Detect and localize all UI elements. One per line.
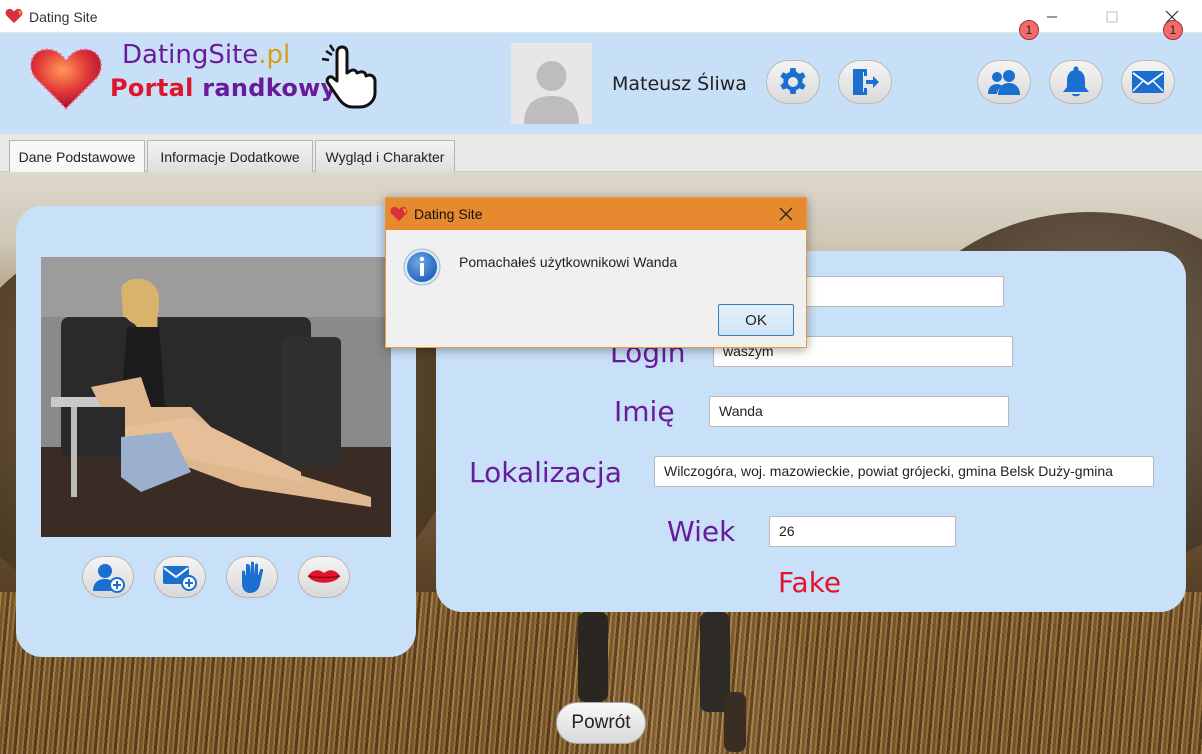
send-message-icon xyxy=(163,566,197,591)
send-message-button[interactable] xyxy=(154,556,206,598)
profile-photo xyxy=(41,257,391,537)
envelope-icon xyxy=(1132,71,1164,93)
logout-button[interactable] xyxy=(838,60,892,104)
tab-bar: Dane Podstawowe Informacje Dodatkowe Wyg… xyxy=(0,134,1202,172)
dialog-message: Pomachałeś użytkownikowi Wanda xyxy=(459,254,678,270)
logo-subtitle: Portal randkowy xyxy=(110,74,337,102)
bell-icon xyxy=(1063,66,1089,97)
kiss-lips-icon xyxy=(307,570,341,583)
name-label: Imię xyxy=(614,395,675,428)
add-friend-button[interactable] xyxy=(82,556,134,598)
dialog-close-button[interactable] xyxy=(774,202,798,226)
tab-wyglad-i-charakter[interactable]: Wygląd i Charakter xyxy=(315,140,455,172)
app-header: DatingSite.pl Portal randkowy Mateusz Śl… xyxy=(0,33,1202,134)
tab-dane-podstawowe[interactable]: Dane Podstawowe xyxy=(9,140,145,172)
fake-status-label: Fake xyxy=(778,566,842,599)
info-dialog: Dating Site Pomachałeś użytkownikowi Wan… xyxy=(385,197,807,348)
maximize-icon xyxy=(1106,11,1118,22)
close-icon xyxy=(779,207,793,221)
messages-button[interactable] xyxy=(1121,60,1175,104)
messages-count-badge: 1 xyxy=(1163,20,1183,40)
maximize-button[interactable] xyxy=(1082,0,1142,33)
friends-button[interactable] xyxy=(977,60,1031,104)
location-label: Lokalizacja xyxy=(469,456,622,489)
age-field[interactable]: 26 xyxy=(769,516,956,547)
info-icon xyxy=(403,248,441,286)
friends-count-badge: 1 xyxy=(1019,20,1039,40)
heart-icon xyxy=(390,206,408,222)
logo-title: DatingSite.pl xyxy=(122,40,291,70)
location-field[interactable]: Wilczogóra, woj. mazowieckie, powiat gró… xyxy=(654,456,1154,487)
add-friend-icon xyxy=(93,564,125,593)
age-label: Wiek xyxy=(667,515,736,548)
notifications-button[interactable] xyxy=(1049,60,1103,104)
user-avatar[interactable] xyxy=(511,43,592,124)
logout-icon xyxy=(853,69,879,95)
dialog-titlebar[interactable]: Dating Site xyxy=(386,198,806,230)
wave-button[interactable] xyxy=(226,556,278,598)
tab-informacje-dodatkowe[interactable]: Informacje Dodatkowe xyxy=(147,140,313,172)
ok-button[interactable]: OK xyxy=(718,304,794,336)
back-button[interactable]: Powrót xyxy=(556,702,646,744)
window-title: Dating Site xyxy=(29,9,98,25)
logo-heart-icon xyxy=(30,48,102,110)
heart-icon xyxy=(5,8,23,24)
wave-hand-icon xyxy=(242,561,264,593)
pointer-hand-icon xyxy=(321,44,377,109)
settings-button[interactable] xyxy=(766,60,820,104)
minimize-icon xyxy=(1047,16,1057,17)
dialog-title: Dating Site xyxy=(414,206,483,222)
user-name: Mateusz Śliwa xyxy=(612,73,747,95)
gear-icon xyxy=(780,68,806,94)
users-icon xyxy=(988,70,1020,95)
default-avatar-icon xyxy=(524,61,579,124)
name-field[interactable]: Wanda xyxy=(709,396,1009,427)
kiss-button[interactable] xyxy=(298,556,350,598)
